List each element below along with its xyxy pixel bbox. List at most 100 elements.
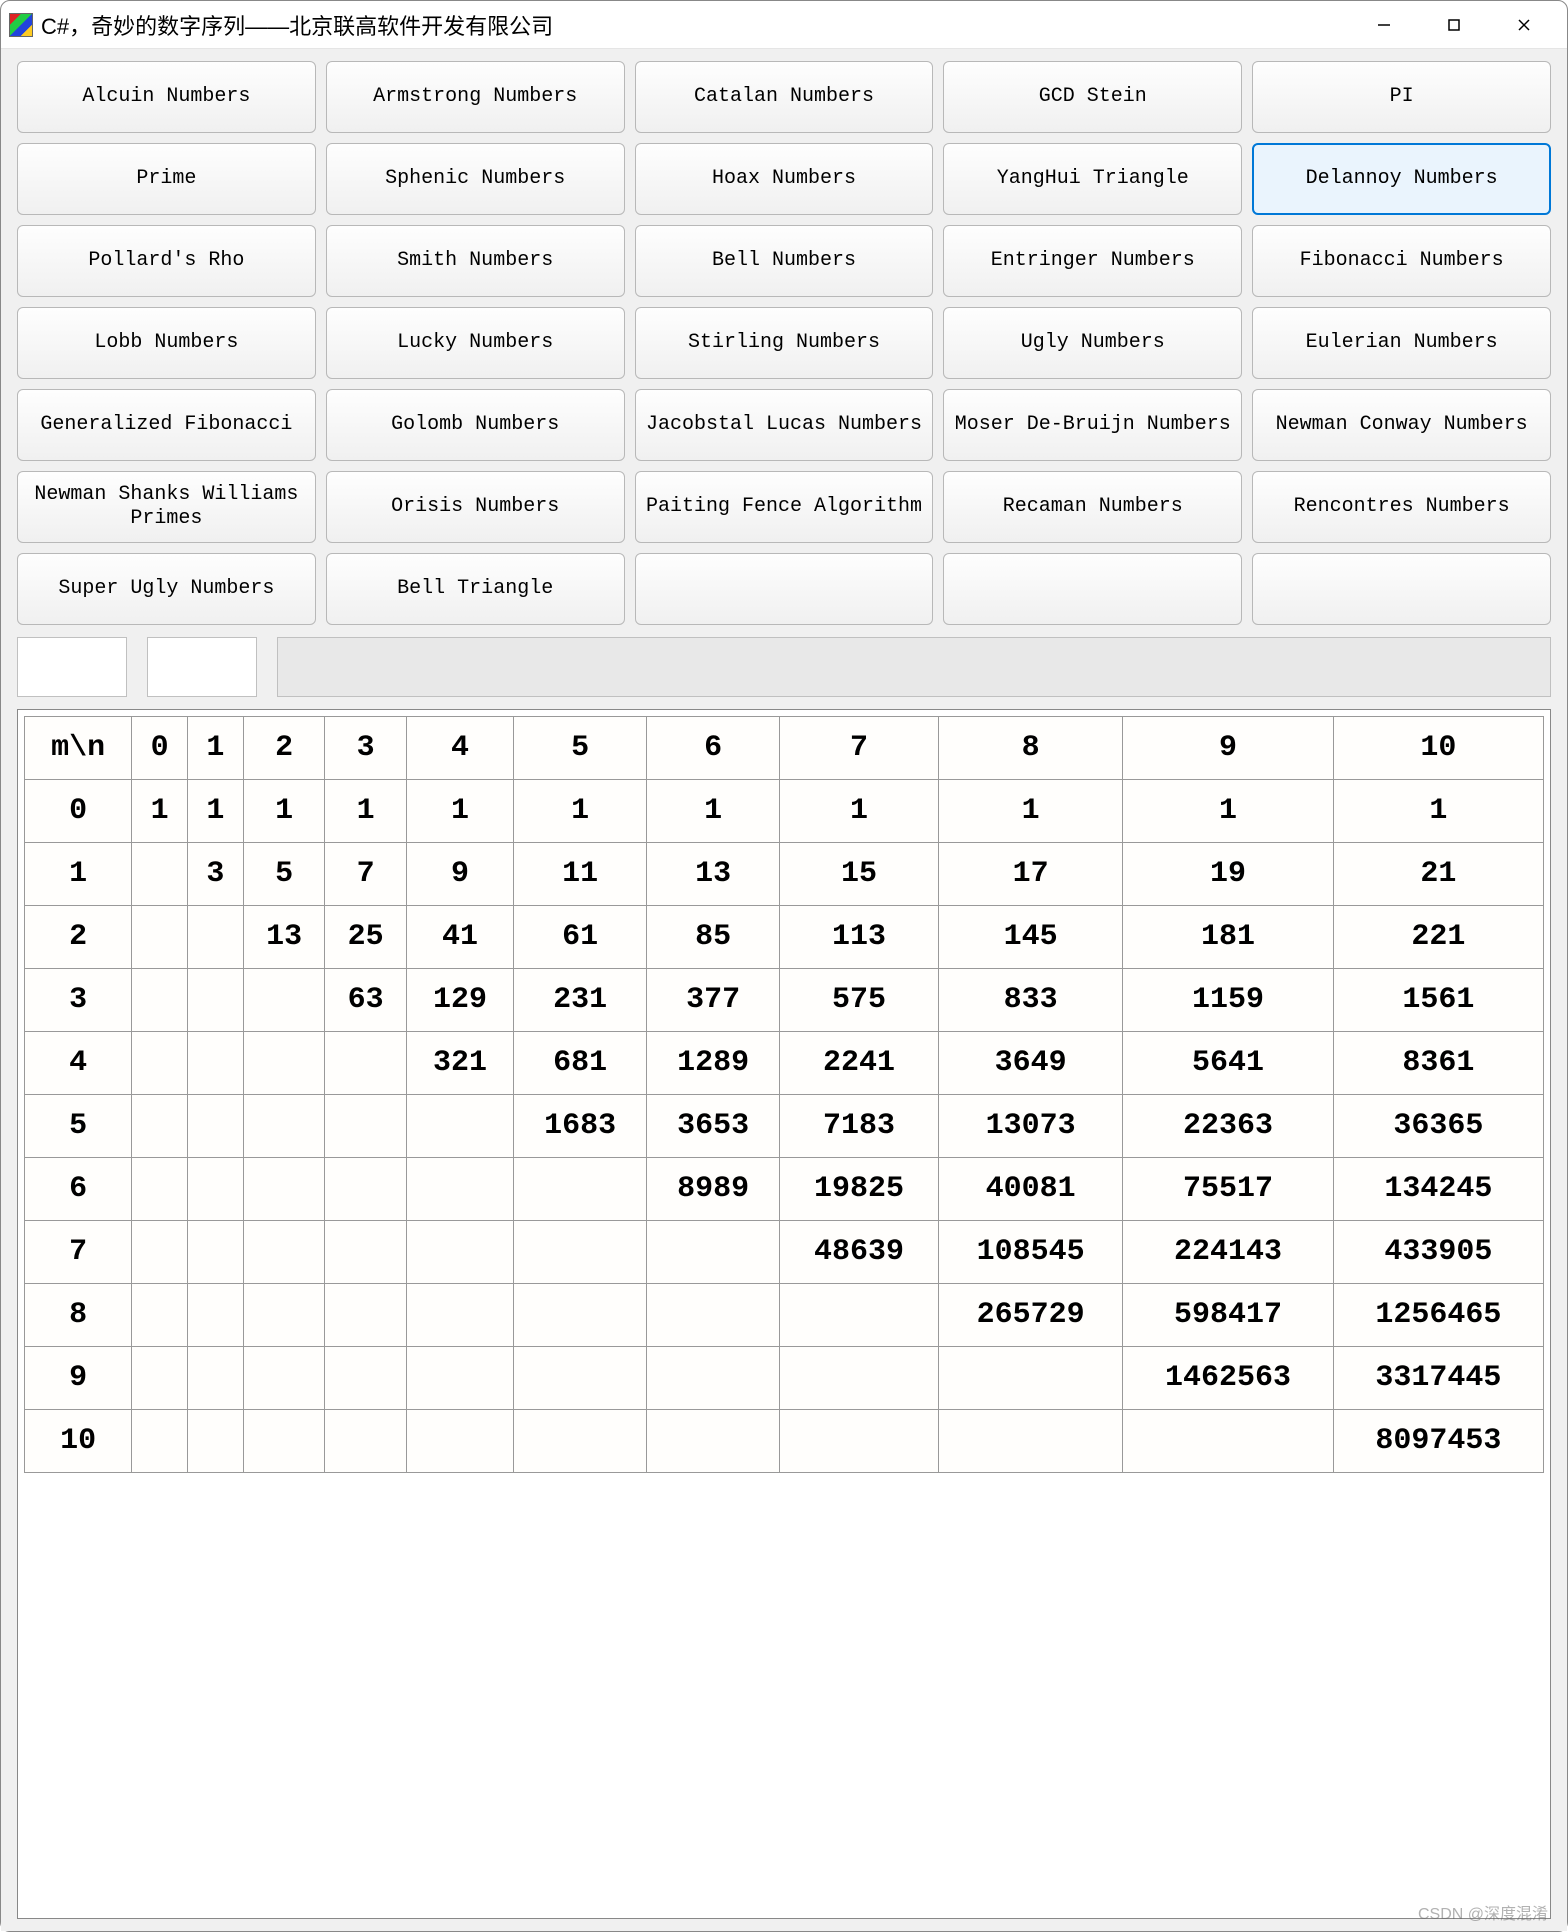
sequence-button-bell-triangle[interactable]: Bell Triangle — [326, 553, 625, 625]
table-cell: 13 — [647, 843, 780, 906]
table-col-header: 2 — [243, 717, 325, 780]
table-cell: 9 — [406, 843, 513, 906]
table-cell: 1 — [132, 780, 188, 843]
sequence-button-eulerian-numbers[interactable]: Eulerian Numbers — [1252, 307, 1551, 379]
sequence-button-recaman-numbers[interactable]: Recaman Numbers — [943, 471, 1242, 543]
table-cell — [188, 1221, 244, 1284]
sequence-button-smith-numbers[interactable]: Smith Numbers — [326, 225, 625, 297]
table-cell — [243, 1284, 325, 1347]
table-cell — [243, 1221, 325, 1284]
sequence-button-catalan-numbers[interactable]: Catalan Numbers — [635, 61, 934, 133]
sequence-button-ugly-numbers[interactable]: Ugly Numbers — [943, 307, 1242, 379]
table-row-header: 6 — [25, 1158, 132, 1221]
sequence-button-fibonacci-numbers[interactable]: Fibonacci Numbers — [1252, 225, 1551, 297]
sequence-button-delannoy-numbers[interactable]: Delannoy Numbers — [1252, 143, 1551, 215]
sequence-button-newman-conway-numbers[interactable]: Newman Conway Numbers — [1252, 389, 1551, 461]
sequence-button-super-ugly-numbers[interactable]: Super Ugly Numbers — [17, 553, 316, 625]
table-cell: 40081 — [938, 1158, 1123, 1221]
delannoy-table: m\n0123456789100111111111111357911131517… — [24, 716, 1544, 1473]
table-cell: 1159 — [1123, 969, 1333, 1032]
sequence-button-generalized-fibonacci[interactable]: Generalized Fibonacci — [17, 389, 316, 461]
table-cell: 13 — [243, 906, 325, 969]
table-cell — [188, 969, 244, 1032]
table-cell — [188, 1032, 244, 1095]
table-row-header: 7 — [25, 1221, 132, 1284]
table-cell — [132, 1158, 188, 1221]
table-cell: 1 — [406, 780, 513, 843]
table-row-header: 8 — [25, 1284, 132, 1347]
table-cell: 1 — [325, 780, 407, 843]
table-cell: 19825 — [780, 1158, 939, 1221]
table-cell: 7183 — [780, 1095, 939, 1158]
table-cell — [647, 1410, 780, 1473]
table-row-header: 2 — [25, 906, 132, 969]
table-cell: 15 — [780, 843, 939, 906]
table-cell — [1123, 1410, 1333, 1473]
sequence-button-empty — [1252, 553, 1551, 625]
table-cell: 5641 — [1123, 1032, 1333, 1095]
minimize-button[interactable] — [1349, 5, 1419, 45]
table-cell: 231 — [514, 969, 647, 1032]
table-cell: 3 — [188, 843, 244, 906]
sequence-button-armstrong-numbers[interactable]: Armstrong Numbers — [326, 61, 625, 133]
table-col-header: 6 — [647, 717, 780, 780]
table-cell: 265729 — [938, 1284, 1123, 1347]
table-cell — [406, 1284, 513, 1347]
sequence-button-pollard-s-rho[interactable]: Pollard's Rho — [17, 225, 316, 297]
table-col-header: 10 — [1333, 717, 1543, 780]
sequence-button-prime[interactable]: Prime — [17, 143, 316, 215]
table-cell — [325, 1095, 407, 1158]
table-cell — [406, 1158, 513, 1221]
sequence-button-lobb-numbers[interactable]: Lobb Numbers — [17, 307, 316, 379]
table-cell: 433905 — [1333, 1221, 1543, 1284]
status-bar — [277, 637, 1551, 697]
table-cell: 85 — [647, 906, 780, 969]
table-cell: 1 — [188, 780, 244, 843]
sequence-button-entringer-numbers[interactable]: Entringer Numbers — [943, 225, 1242, 297]
table-cell: 36365 — [1333, 1095, 1543, 1158]
table-cell — [325, 1032, 407, 1095]
sequence-button-moser-de-bruijn-numbers[interactable]: Moser De-Bruijn Numbers — [943, 389, 1242, 461]
input-box-2[interactable] — [147, 637, 257, 697]
content-area: Alcuin NumbersArmstrong NumbersCatalan N… — [1, 49, 1567, 1931]
table-cell — [132, 1347, 188, 1410]
table-cell: 833 — [938, 969, 1123, 1032]
sequence-button-golomb-numbers[interactable]: Golomb Numbers — [326, 389, 625, 461]
table-cell: 13073 — [938, 1095, 1123, 1158]
table-cell: 3653 — [647, 1095, 780, 1158]
sequence-button-paiting-fence-algorithm[interactable]: Paiting Fence Algorithm — [635, 471, 934, 543]
sequence-button-alcuin-numbers[interactable]: Alcuin Numbers — [17, 61, 316, 133]
sequence-button-rencontres-numbers[interactable]: Rencontres Numbers — [1252, 471, 1551, 543]
sequence-button-pi[interactable]: PI — [1252, 61, 1551, 133]
table-cell: 1 — [647, 780, 780, 843]
table-col-header: 0 — [132, 717, 188, 780]
table-col-header: 9 — [1123, 717, 1333, 780]
table-col-header: 4 — [406, 717, 513, 780]
table-cell: 22363 — [1123, 1095, 1333, 1158]
sequence-button-yanghui-triangle[interactable]: YangHui Triangle — [943, 143, 1242, 215]
sequence-button-hoax-numbers[interactable]: Hoax Numbers — [635, 143, 934, 215]
sequence-button-sphenic-numbers[interactable]: Sphenic Numbers — [326, 143, 625, 215]
table-col-header: 5 — [514, 717, 647, 780]
table-cell — [938, 1347, 1123, 1410]
table-container: m\n0123456789100111111111111357911131517… — [17, 709, 1551, 1919]
input-box-1[interactable] — [17, 637, 127, 697]
table-row-header: 0 — [25, 780, 132, 843]
table-cell — [243, 969, 325, 1032]
table-row-header: 1 — [25, 843, 132, 906]
sequence-button-lucky-numbers[interactable]: Lucky Numbers — [326, 307, 625, 379]
sequence-button-gcd-stein[interactable]: GCD Stein — [943, 61, 1242, 133]
sequence-button-newman-shanks-williams-primes[interactable]: Newman Shanks Williams Primes — [17, 471, 316, 543]
sequence-button-bell-numbers[interactable]: Bell Numbers — [635, 225, 934, 297]
close-button[interactable] — [1489, 5, 1559, 45]
table-row-header: 9 — [25, 1347, 132, 1410]
table-cell — [132, 969, 188, 1032]
sequence-button-orisis-numbers[interactable]: Orisis Numbers — [326, 471, 625, 543]
maximize-button[interactable] — [1419, 5, 1489, 45]
sequence-button-jacobstal-lucas-numbers[interactable]: Jacobstal Lucas Numbers — [635, 389, 934, 461]
table-cell: 108545 — [938, 1221, 1123, 1284]
table-cell — [406, 1347, 513, 1410]
sequence-button-stirling-numbers[interactable]: Stirling Numbers — [635, 307, 934, 379]
table-cell — [243, 1095, 325, 1158]
table-col-header: 7 — [780, 717, 939, 780]
